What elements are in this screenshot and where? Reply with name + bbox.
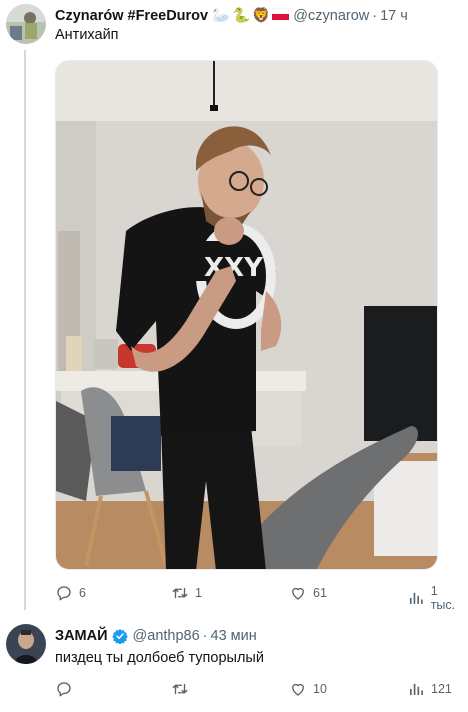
lion-emoji-icon: 🦁	[252, 8, 271, 24]
views-button[interactable]: 121	[407, 680, 452, 698]
retweet-button[interactable]: 1	[171, 584, 202, 602]
author-name[interactable]: Czynarów #FreeDurov	[55, 8, 208, 24]
like-button[interactable]: 10	[289, 680, 327, 698]
tweet-text: пиздец ты долбоеб тупорылый	[55, 650, 264, 666]
avatar[interactable]	[6, 4, 46, 44]
retweet-button[interactable]	[171, 680, 195, 698]
views-count: 1 тыс.	[430, 584, 456, 612]
name-emojis: 🦢 🐍 🦁	[212, 7, 290, 24]
author-name[interactable]: ЗАМАЙ	[55, 628, 108, 644]
snake-emoji-icon: 🐍	[232, 8, 251, 24]
views-icon	[409, 592, 423, 604]
reply-button[interactable]: 6	[55, 584, 86, 602]
author-handle[interactable]: @anthp86	[133, 628, 200, 644]
retweet-icon	[172, 587, 188, 599]
tweet-header: Czynarów #FreeDurov 🦢 🐍 🦁 @czynarow · 17…	[55, 7, 408, 24]
tweet-photo[interactable]: XXY	[55, 60, 438, 570]
retweet-icon	[172, 683, 188, 695]
tweet-time[interactable]: 43 мин	[211, 628, 257, 644]
poland-flag-icon	[272, 7, 290, 24]
verified-badge-icon	[111, 629, 128, 644]
reply-icon	[57, 682, 71, 697]
avatar[interactable]	[6, 624, 46, 664]
like-icon	[292, 683, 304, 696]
like-count: 61	[313, 586, 327, 600]
retweet-count: 1	[195, 586, 202, 600]
reply-icon	[57, 586, 71, 601]
reply-count: 6	[79, 586, 86, 600]
reply-button[interactable]	[55, 680, 79, 698]
tweet-header: ЗАМАЙ @anthp86 · 43 мин	[55, 628, 257, 644]
swan-emoji-icon: 🦢	[212, 8, 231, 24]
tweet-actions: 10 121	[55, 680, 465, 700]
like-button[interactable]: 61	[289, 584, 327, 602]
author-handle[interactable]: @czynarow	[293, 8, 369, 24]
tweet-actions: 6 1 61 1 тыс.	[55, 584, 465, 612]
tweet-2[interactable]: ЗАМАЙ @anthp86 · 43 мин пиздец ты долбое…	[0, 620, 468, 712]
like-count: 10	[313, 682, 327, 696]
views-count: 121	[431, 682, 452, 696]
separator-dot: ·	[202, 628, 208, 644]
like-icon	[292, 587, 304, 600]
views-button[interactable]: 1 тыс.	[407, 584, 465, 612]
views-icon	[410, 683, 423, 695]
tweet-1[interactable]: Czynarów #FreeDurov 🦢 🐍 🦁 @czynarow · 17…	[0, 0, 468, 612]
tweet-text: Антихайп	[55, 27, 119, 43]
tweet-time[interactable]: 17 ч	[380, 8, 408, 24]
separator-dot: ·	[372, 7, 378, 24]
